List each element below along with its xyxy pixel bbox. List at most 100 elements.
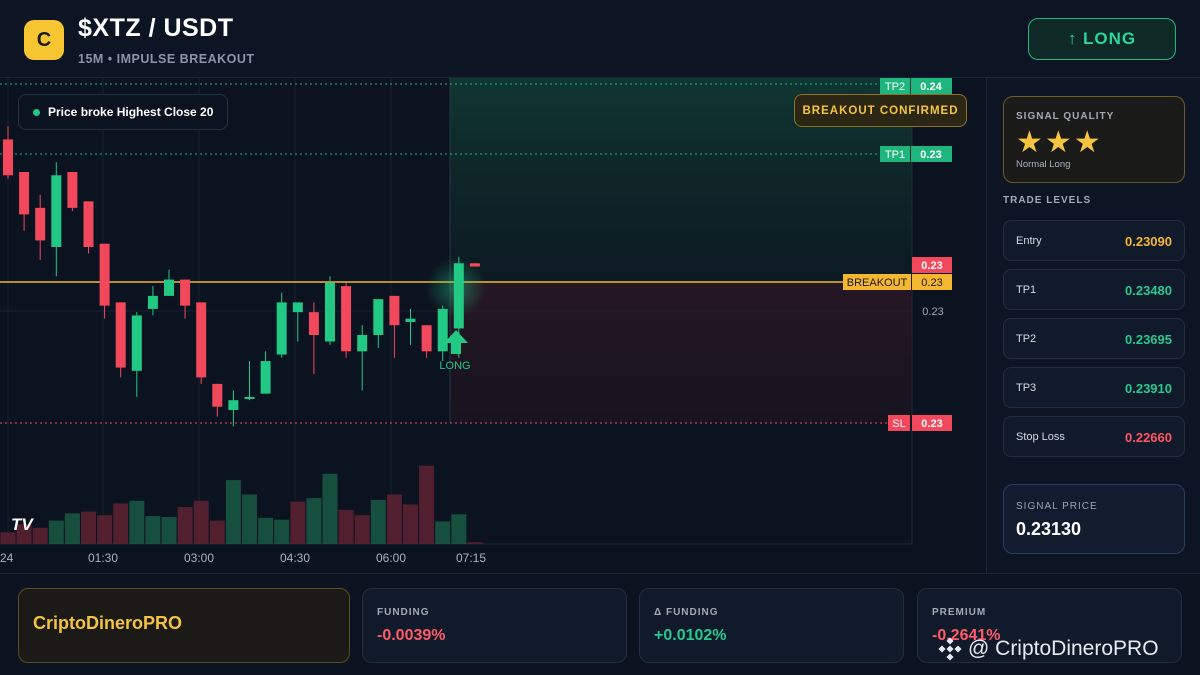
breakout-confirmed-badge: BREAKOUT CONFIRMED xyxy=(794,94,967,127)
level-tp1: TP1 0.23480 xyxy=(1003,269,1185,310)
volume-bar xyxy=(32,527,48,544)
time-axis: 24 01:30 03:00 04:30 06:00 07:15 xyxy=(0,551,486,565)
signal-price-label: SIGNAL PRICE xyxy=(1016,501,1098,512)
svg-text:SL: SL xyxy=(892,418,905,430)
volume-bar xyxy=(354,515,370,544)
svg-text:0.23: 0.23 xyxy=(921,260,942,272)
bullish-candle xyxy=(357,325,368,391)
trade-levels-title: TRADE LEVELS xyxy=(1003,195,1092,206)
bearish-candle xyxy=(308,302,319,375)
bearish-candle xyxy=(67,172,78,212)
volume-bar xyxy=(467,542,483,544)
bearish-candle xyxy=(99,243,110,319)
time-label: 06:00 xyxy=(376,551,406,565)
candlestick-chart[interactable]: LONG TP2 0.24 TP1 0.23 0.23 BREAKOUT 0.2… xyxy=(0,78,985,573)
funding-card: FUNDING -0.0039% xyxy=(362,588,627,663)
pair-title: $XTZ / USDT xyxy=(78,14,234,42)
bearish-candle xyxy=(341,282,352,358)
bullish-candle xyxy=(244,361,255,401)
volume-bars xyxy=(0,465,483,544)
volume-bar xyxy=(48,520,64,544)
volume-bar xyxy=(145,516,161,544)
signal-price-value: 0.23130 xyxy=(1016,519,1082,539)
signal-quality-description: Normal Long xyxy=(1016,159,1071,170)
price-chart[interactable]: LONG TP2 0.24 TP1 0.23 0.23 BREAKOUT 0.2… xyxy=(0,78,985,573)
volume-bar xyxy=(306,498,322,544)
level-label: Stop Loss xyxy=(1016,431,1065,443)
bearish-candle xyxy=(421,325,432,358)
volume-bar xyxy=(161,517,177,544)
header: C $XTZ / USDT 15M • IMPULSE BREAKOUT ↑ L… xyxy=(0,0,1200,78)
legend-dot-icon xyxy=(33,108,40,116)
level-tp3: TP3 0.23910 xyxy=(1003,367,1185,408)
bullish-candle xyxy=(131,312,142,397)
volume-bar xyxy=(177,507,193,544)
tp1-price-tag: TP1 0.23 xyxy=(880,146,952,162)
level-value: 0.23480 xyxy=(1125,283,1172,298)
level-value: 0.23910 xyxy=(1125,381,1172,396)
bullish-candle xyxy=(228,390,239,427)
level-label: TP1 xyxy=(1016,284,1037,296)
bullish-candle xyxy=(260,351,271,394)
level-entry: Entry 0.23090 xyxy=(1003,220,1185,261)
bullish-candle xyxy=(437,305,448,362)
bearish-candle xyxy=(180,279,191,319)
volume-bar xyxy=(129,500,145,544)
volume-bar xyxy=(322,473,338,544)
level-value: 0.23090 xyxy=(1125,234,1172,249)
volume-bar xyxy=(386,494,402,544)
bullish-candle xyxy=(405,308,416,345)
bearish-candle xyxy=(115,302,126,378)
volume-bar xyxy=(419,465,435,544)
level-tp2: TP2 0.23695 xyxy=(1003,318,1185,359)
long-signal-button[interactable]: ↑ LONG xyxy=(1028,18,1176,60)
volume-bar xyxy=(403,504,418,544)
level-label: Entry xyxy=(1016,235,1042,247)
time-label: 07:15 xyxy=(456,551,486,565)
time-label: 04:30 xyxy=(280,551,310,565)
volume-bar xyxy=(338,509,354,544)
svg-text:TP1: TP1 xyxy=(885,149,905,161)
breakout-price-tag: BREAKOUT 0.23 xyxy=(843,274,952,290)
volume-bar xyxy=(258,517,274,544)
bearish-candle xyxy=(469,263,480,267)
timeframe-strategy-label: 15M • IMPULSE BREAKOUT xyxy=(78,52,255,66)
volume-bar xyxy=(97,515,113,544)
signal-quality-card: SIGNAL QUALITY ★★★ Normal Long xyxy=(1003,96,1185,183)
brand-card: CriptoDineroPRO xyxy=(18,588,350,663)
watermark: @ CriptoDineroPRO xyxy=(938,637,1159,661)
star-rating-icon: ★★★ xyxy=(1016,126,1103,159)
svg-text:0.23: 0.23 xyxy=(921,277,942,289)
stat-value: +0.0102% xyxy=(654,627,727,644)
signal-panel: SIGNAL QUALITY ★★★ Normal Long TRADE LEV… xyxy=(986,78,1200,573)
stat-label: Δ FUNDING xyxy=(654,607,719,618)
level-label: TP2 xyxy=(1016,333,1037,345)
bullish-candle xyxy=(292,302,303,342)
signal-quality-label: SIGNAL QUALITY xyxy=(1016,111,1115,122)
app-logo: C xyxy=(24,20,64,60)
bullish-candle xyxy=(325,276,335,345)
sl-price-tag: SL 0.23 xyxy=(888,415,952,431)
price-axis-label: 0.23 xyxy=(922,306,943,318)
volume-bar xyxy=(242,494,257,544)
long-marker-label: LONG xyxy=(439,360,470,372)
tp2-price-tag: TP2 0.24 xyxy=(880,78,952,94)
bearish-candle xyxy=(212,383,223,417)
volume-bar xyxy=(0,532,16,544)
volume-bar xyxy=(64,513,80,544)
stat-label: PREMIUM xyxy=(932,607,987,618)
bearish-candle xyxy=(83,201,94,254)
volume-bar xyxy=(225,480,241,544)
bullish-candle xyxy=(276,292,287,358)
level-value: 0.22660 xyxy=(1125,430,1172,445)
volume-bar xyxy=(81,511,96,544)
time-label: 01:30 xyxy=(88,551,118,565)
time-label: 24 xyxy=(0,551,14,565)
level-value: 0.23695 xyxy=(1125,332,1172,347)
svg-text:BREAKOUT: BREAKOUT xyxy=(847,277,908,289)
volume-bar xyxy=(370,499,386,544)
volume-bar xyxy=(113,503,129,544)
signal-price-card: SIGNAL PRICE 0.23130 xyxy=(1003,484,1185,554)
stat-label: FUNDING xyxy=(377,607,430,618)
bullish-candle xyxy=(51,162,62,277)
